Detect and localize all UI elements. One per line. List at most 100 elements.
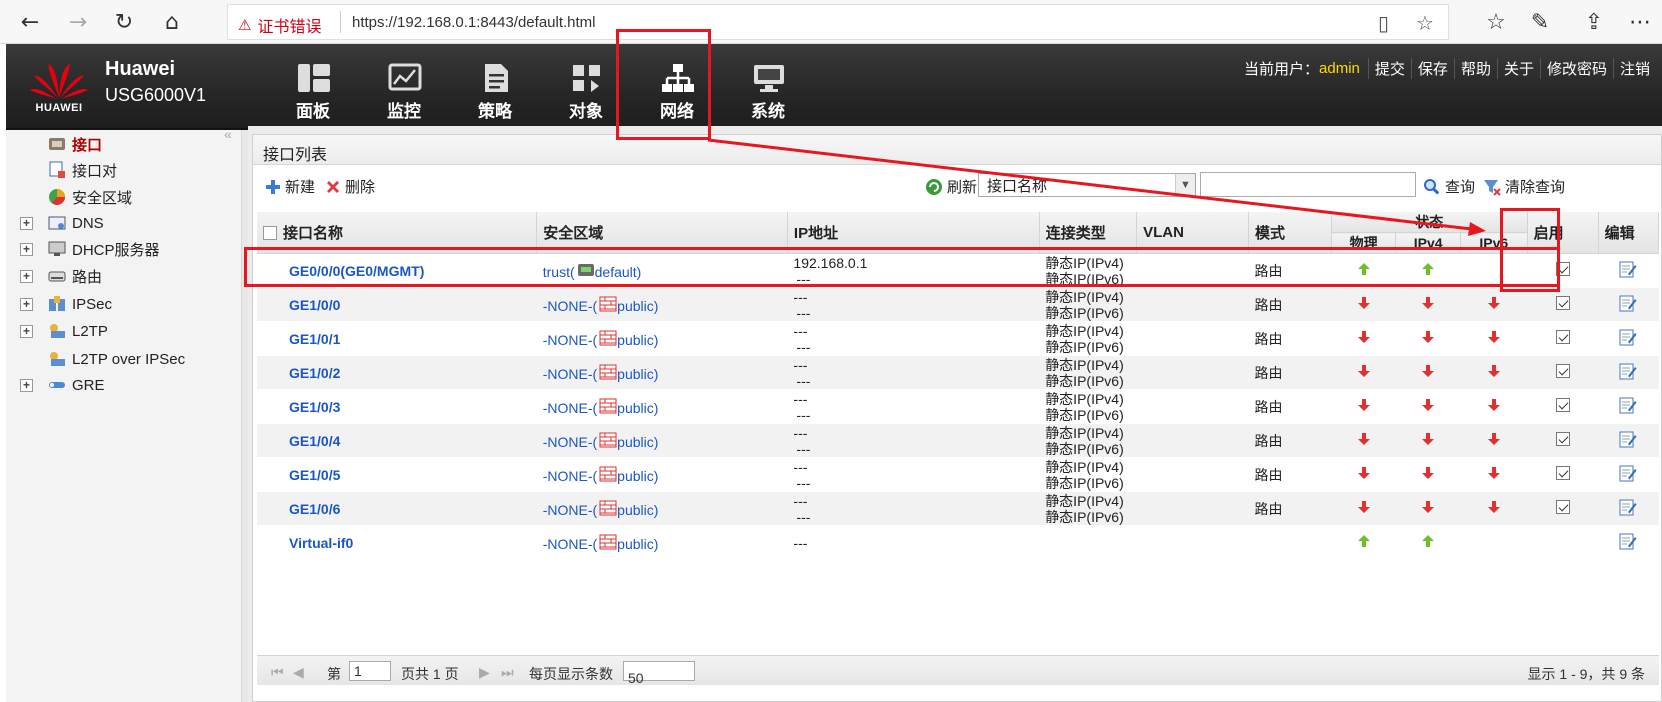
last-page-icon[interactable]: ⏭ <box>501 664 514 681</box>
col-header-zone[interactable]: 安全区域 <box>536 212 788 254</box>
col-header-mode[interactable]: 模式 <box>1248 212 1332 254</box>
edit-button[interactable] <box>1598 355 1659 390</box>
query-button[interactable]: 查询 <box>1423 176 1475 197</box>
expand-icon[interactable]: + <box>20 216 33 230</box>
reading-view-icon[interactable]: ▯ <box>1378 11 1389 35</box>
chevron-down-icon[interactable]: ▼ <box>1175 174 1195 196</box>
sidebar-item-interface[interactable]: 接口 <box>6 132 242 156</box>
per-page-select[interactable]: 50 <box>623 661 695 686</box>
table-row[interactable]: GE1/0/6 -NONE-(public) --- --- 静态IP(IPv4) 静态I… <box>257 491 1659 526</box>
change-password-link[interactable]: 修改密码 <box>1539 58 1613 79</box>
checkbox-checked-icon[interactable] <box>1555 364 1570 378</box>
nav-object[interactable]: 对象 <box>541 44 631 130</box>
more-icon[interactable]: ⋯ <box>1624 6 1656 38</box>
select-all-checkbox[interactable] <box>263 226 277 240</box>
sidebar-item-l2tp[interactable]: + L2TP <box>6 319 242 343</box>
sidebar-item-dhcp[interactable]: + DHCP服务器 <box>6 237 242 261</box>
nav-policy[interactable]: 策略 <box>450 44 540 130</box>
security-zone-link[interactable]: -NONE-(public) <box>536 287 788 322</box>
expand-icon[interactable]: + <box>20 378 33 392</box>
edit-button[interactable] <box>1598 491 1659 526</box>
search-input[interactable] <box>1200 172 1416 197</box>
checkbox-checked-icon[interactable] <box>1555 466 1570 480</box>
nav-system[interactable]: 系统 <box>723 44 813 130</box>
refresh-button[interactable]: 刷新 <box>925 176 977 197</box>
col-header-enable[interactable]: 启用 <box>1527 212 1599 254</box>
expand-icon[interactable]: + <box>20 297 33 311</box>
edit-button[interactable] <box>1598 389 1659 424</box>
table-row[interactable]: GE0/0/0(GE0/MGMT) trust(default) 192.168.0… <box>257 253 1659 288</box>
logout-link[interactable]: 注销 <box>1612 58 1656 79</box>
sidebar-item-gre[interactable]: + GRE <box>6 373 242 397</box>
interface-name-link[interactable]: GE1/0/6 <box>257 491 537 526</box>
favorite-star-icon[interactable]: ☆ <box>1416 11 1434 35</box>
expand-icon[interactable]: + <box>20 269 33 283</box>
security-zone-link[interactable]: -NONE-(public) <box>536 457 788 492</box>
enable-checkbox[interactable] <box>1527 491 1599 526</box>
security-zone-link[interactable]: -NONE-(public) <box>536 355 788 390</box>
interface-name-link[interactable]: GE1/0/1 <box>257 321 537 356</box>
sidebar-item-l2tp-over-ipsec[interactable]: L2TP over IPSec <box>6 347 242 371</box>
pen-icon[interactable]: ✎ <box>1524 6 1556 38</box>
expand-icon[interactable]: + <box>20 324 33 338</box>
filter-field-select[interactable]: 接口名称 ▼ <box>978 173 1196 197</box>
delete-button[interactable]: 删除 <box>325 176 375 197</box>
home-icon[interactable]: ⌂ <box>156 6 188 38</box>
security-zone-link[interactable]: -NONE-(public) <box>536 389 788 424</box>
edit-button[interactable] <box>1598 321 1659 356</box>
enable-checkbox[interactable] <box>1527 287 1599 322</box>
col-header-conn-type[interactable]: 连接类型 <box>1039 212 1138 254</box>
checkbox-checked-icon[interactable] <box>1555 262 1570 276</box>
security-zone-link[interactable]: trust(default) <box>536 253 788 288</box>
table-row[interactable]: GE1/0/2 -NONE-(public) --- --- 静态IP(IPv4) 静态I… <box>257 355 1659 390</box>
edit-button[interactable] <box>1598 423 1659 458</box>
security-zone-link[interactable]: -NONE-(public) <box>536 491 788 526</box>
security-zone-link[interactable]: -NONE-(public) <box>536 525 788 560</box>
table-row[interactable]: GE1/0/4 -NONE-(public) --- --- 静态IP(IPv4) 静态I… <box>257 423 1659 458</box>
submit-link[interactable]: 提交 <box>1367 58 1411 79</box>
expand-icon[interactable]: + <box>20 242 33 256</box>
nav-network[interactable]: 网络 <box>632 44 722 130</box>
edit-button[interactable] <box>1598 253 1659 288</box>
share-icon[interactable]: ⇪ <box>1578 6 1610 38</box>
address-bar[interactable]: ⚠ 证书错误 https://192.168.0.1:8443/default.… <box>227 4 1449 40</box>
interface-name-link[interactable]: GE1/0/2 <box>257 355 537 390</box>
edit-button[interactable] <box>1598 457 1659 492</box>
about-link[interactable]: 关于 <box>1496 58 1540 79</box>
url-text[interactable]: https://192.168.0.1:8443/default.html <box>352 14 596 31</box>
forward-icon[interactable]: → <box>62 6 94 38</box>
sidebar-item-route[interactable]: + 路由 <box>6 264 242 288</box>
interface-name-link[interactable]: GE0/0/0(GE0/MGMT) <box>257 253 537 288</box>
table-row[interactable]: GE1/0/0 -NONE-(public) --- --- 静态IP(IPv4) 静态I… <box>257 287 1659 322</box>
enable-checkbox[interactable] <box>1527 423 1599 458</box>
checkbox-checked-icon[interactable] <box>1555 330 1570 344</box>
sidebar-item-dns[interactable]: + DNS <box>6 211 242 235</box>
nav-dashboard[interactable]: 面板 <box>268 44 358 130</box>
favorites-icon[interactable]: ☆ <box>1480 6 1512 38</box>
edit-button[interactable] <box>1598 525 1659 560</box>
first-page-icon[interactable]: ⏮ <box>271 664 284 681</box>
back-icon[interactable]: ← <box>14 6 46 38</box>
enable-checkbox[interactable] <box>1527 389 1599 424</box>
interface-name-link[interactable]: GE1/0/5 <box>257 457 537 492</box>
sidebar-item-interface-pair[interactable]: 接口对 <box>6 158 242 182</box>
reload-icon[interactable]: ↻ <box>108 6 140 38</box>
next-page-icon[interactable]: ▶ <box>479 664 490 681</box>
interface-name-link[interactable]: GE1/0/0 <box>257 287 537 322</box>
save-link[interactable]: 保存 <box>1410 58 1454 79</box>
page-number-input[interactable]: 1 <box>349 661 391 681</box>
enable-checkbox[interactable] <box>1527 253 1599 288</box>
table-row[interactable]: Virtual-if0 -NONE-(public) --- <box>257 525 1659 560</box>
clear-query-button[interactable]: 清除查询 <box>1483 176 1565 197</box>
collapse-sidebar-icon[interactable]: « <box>224 126 232 142</box>
table-row[interactable]: GE1/0/5 -NONE-(public) --- --- 静态IP(IPv4) 静态I… <box>257 457 1659 492</box>
interface-name-link[interactable]: GE1/0/3 <box>257 389 537 424</box>
cert-warning[interactable]: ⚠ 证书错误 <box>238 13 321 37</box>
table-row[interactable]: GE1/0/3 -NONE-(public) --- --- 静态IP(IPv4) 静态I… <box>257 389 1659 424</box>
checkbox-checked-icon[interactable] <box>1555 398 1570 412</box>
new-button[interactable]: 新建 <box>265 176 315 197</box>
prev-page-icon[interactable]: ◀ <box>293 664 304 681</box>
table-row[interactable]: GE1/0/1 -NONE-(public) --- --- 静态IP(IPv4) 静态I… <box>257 321 1659 356</box>
interface-name-link[interactable]: Virtual-if0 <box>257 525 537 560</box>
sidebar-item-ipsec[interactable]: + IPSec <box>6 292 242 316</box>
